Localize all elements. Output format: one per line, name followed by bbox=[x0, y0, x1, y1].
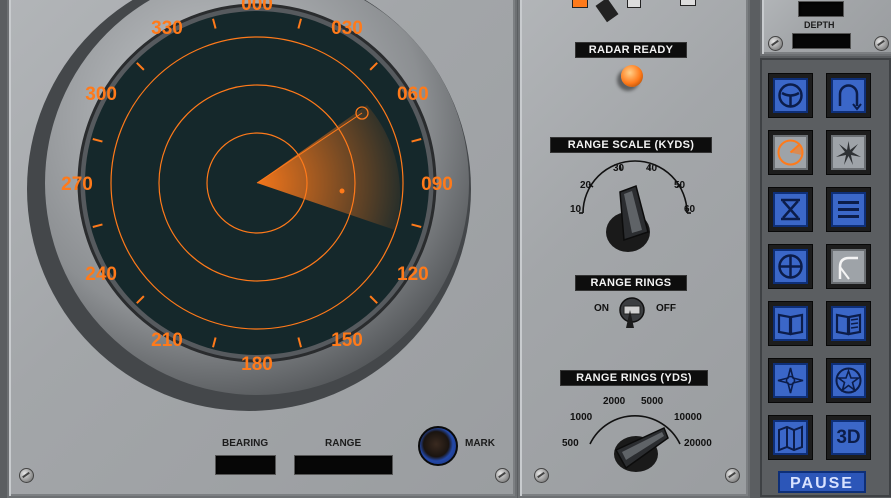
bearing-label-000: 000 bbox=[241, 0, 273, 15]
bearing-label-330: 330 bbox=[151, 18, 183, 39]
hourglass-icon bbox=[781, 198, 800, 221]
rings-off-label: OFF bbox=[656, 303, 676, 314]
medal-button[interactable] bbox=[826, 358, 871, 403]
radar-contact bbox=[339, 188, 345, 194]
screw bbox=[534, 468, 549, 483]
chart-route-button[interactable] bbox=[826, 244, 871, 289]
helm-icon bbox=[778, 83, 803, 108]
bearing-label-090: 090 bbox=[421, 174, 453, 195]
burst-icon bbox=[836, 141, 861, 165]
range-rings-yds-tick: 5000 bbox=[641, 396, 664, 407]
range-scale-knob[interactable] bbox=[602, 180, 662, 260]
screw bbox=[495, 468, 510, 483]
3d-icon: 3D bbox=[836, 427, 861, 448]
range-rings-yds-tick: 2000 bbox=[603, 396, 626, 407]
range-scale-tick: 10 bbox=[570, 204, 582, 215]
range-label: RANGE bbox=[325, 438, 362, 449]
bearing-label-150: 150 bbox=[331, 330, 363, 351]
bearing-label-030: 030 bbox=[331, 18, 363, 39]
turn-button[interactable] bbox=[826, 73, 871, 118]
star-icon bbox=[835, 367, 862, 394]
logbook-button[interactable] bbox=[768, 301, 813, 346]
toggle-switch-top[interactable] bbox=[627, 0, 641, 8]
bearing-label-270: 270 bbox=[61, 174, 93, 195]
radar-station-button[interactable] bbox=[768, 130, 813, 175]
radar-icon bbox=[777, 139, 804, 166]
range-rings-yds-knob[interactable] bbox=[608, 420, 678, 480]
range-scale-tick: 20 bbox=[580, 180, 592, 191]
depth-readout-top bbox=[798, 1, 844, 17]
bearing-label-300: 300 bbox=[85, 84, 117, 105]
range-rings-yds-tick: 20000 bbox=[684, 438, 712, 449]
manual-button[interactable] bbox=[826, 301, 871, 346]
range-scale-tick: 50 bbox=[674, 180, 686, 191]
bearing-label-210: 210 bbox=[151, 330, 183, 351]
bearing-label: BEARING bbox=[222, 438, 269, 449]
crosshair-icon bbox=[778, 254, 803, 279]
mark-button[interactable] bbox=[418, 426, 458, 466]
depth-readout bbox=[792, 33, 851, 49]
range-rings-yds-tick: 500 bbox=[562, 438, 579, 449]
periscope-button[interactable] bbox=[768, 244, 813, 289]
compass-icon bbox=[777, 367, 804, 394]
range-rings-yds-label: RANGE RINGS (YDS) bbox=[560, 370, 708, 386]
toggle-switch-top[interactable] bbox=[680, 0, 696, 6]
sonar-station-button[interactable] bbox=[826, 130, 871, 175]
list-icon bbox=[838, 201, 859, 218]
bearing-label-060: 060 bbox=[397, 84, 429, 105]
toggle-switch-top[interactable] bbox=[572, 0, 588, 8]
turn-arrow-icon bbox=[838, 84, 862, 111]
book-icon bbox=[777, 313, 804, 336]
radar-ready-label: RADAR READY bbox=[575, 42, 687, 58]
depth-label: DEPTH bbox=[804, 20, 835, 30]
range-scale-tick: 40 bbox=[646, 163, 658, 174]
screw bbox=[874, 36, 889, 51]
map-button[interactable] bbox=[768, 415, 813, 460]
rings-on-label: ON bbox=[594, 303, 609, 314]
radar-scope: 000 030 060 090 120 150 180 210 240 270 300 330 bbox=[27, 0, 471, 411]
mark-label: MARK bbox=[465, 438, 495, 449]
bearing-readout bbox=[215, 455, 276, 475]
screw bbox=[768, 36, 783, 51]
map-icon bbox=[778, 425, 803, 452]
screw bbox=[725, 468, 740, 483]
navigation-button[interactable] bbox=[768, 358, 813, 403]
range-scale-tick: 60 bbox=[684, 204, 696, 215]
radar-ready-indicator bbox=[621, 65, 643, 87]
3d-view-button[interactable]: 3D bbox=[826, 415, 871, 460]
range-rings-label: RANGE RINGS bbox=[575, 275, 687, 291]
range-scale-tick: 30 bbox=[613, 163, 625, 174]
bearing-label-240: 240 bbox=[85, 264, 117, 285]
bearing-label-120: 120 bbox=[397, 264, 429, 285]
range-rings-toggle[interactable] bbox=[614, 292, 650, 332]
range-rings-yds-tick: 1000 bbox=[570, 412, 593, 423]
status-list-button[interactable] bbox=[826, 187, 871, 232]
torpedo-station-button[interactable] bbox=[768, 187, 813, 232]
route-icon bbox=[838, 256, 858, 280]
range-scale-label: RANGE SCALE (KYDS) bbox=[550, 137, 712, 153]
pause-button[interactable]: PAUSE bbox=[778, 471, 866, 493]
range-readout bbox=[294, 455, 393, 475]
screw bbox=[19, 468, 34, 483]
bearing-label-180: 180 bbox=[241, 354, 273, 375]
book-open-icon bbox=[835, 313, 862, 336]
range-rings-yds-tick: 10000 bbox=[674, 412, 702, 423]
helm-station-button[interactable] bbox=[768, 73, 813, 118]
